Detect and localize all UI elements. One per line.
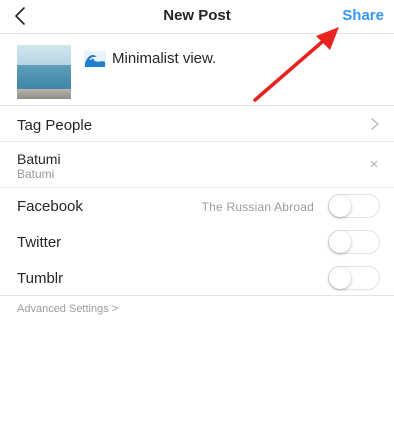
water-wave-icon [84, 50, 106, 67]
caption-text: Minimalist view. [112, 50, 217, 67]
twitter-label: Twitter [17, 234, 62, 251]
tumblr-share-row: Tumblr [0, 260, 394, 296]
chevron-right-icon [371, 118, 379, 130]
toggle-knob [329, 231, 351, 253]
nav-bar: New Post Share [0, 0, 394, 34]
toggle-knob [329, 195, 351, 217]
facebook-share-row: Facebook The Russian Abroad [0, 188, 394, 224]
facebook-label: Facebook [17, 198, 83, 215]
post-preview-row: Minimalist view. [0, 34, 394, 106]
tag-people-row[interactable]: Tag People [0, 106, 394, 142]
thumbnail-beach [17, 89, 71, 99]
twitter-share-row: Twitter [0, 224, 394, 260]
facebook-toggle[interactable] [328, 194, 380, 218]
tumblr-label: Tumblr [17, 270, 64, 287]
toggle-knob [329, 267, 351, 289]
advanced-settings-link[interactable]: Advanced Settings > [17, 303, 118, 315]
facebook-account-name: The Russian Abroad [201, 200, 314, 214]
thumbnail-sea [17, 65, 71, 89]
location-subtitle: Batumi [17, 167, 55, 181]
location-name: Batumi [17, 151, 61, 167]
location-row[interactable]: Batumi Batumi [0, 142, 394, 188]
caption-field[interactable]: Minimalist view. [84, 50, 216, 67]
twitter-toggle[interactable] [328, 230, 380, 254]
share-button[interactable]: Share [342, 7, 384, 24]
page-title: New Post [163, 7, 231, 24]
tag-people-label: Tag People [17, 117, 93, 134]
thumbnail-sky [17, 45, 71, 65]
tumblr-toggle[interactable] [328, 266, 380, 290]
close-icon[interactable] [368, 158, 380, 170]
post-thumbnail[interactable] [17, 45, 71, 99]
